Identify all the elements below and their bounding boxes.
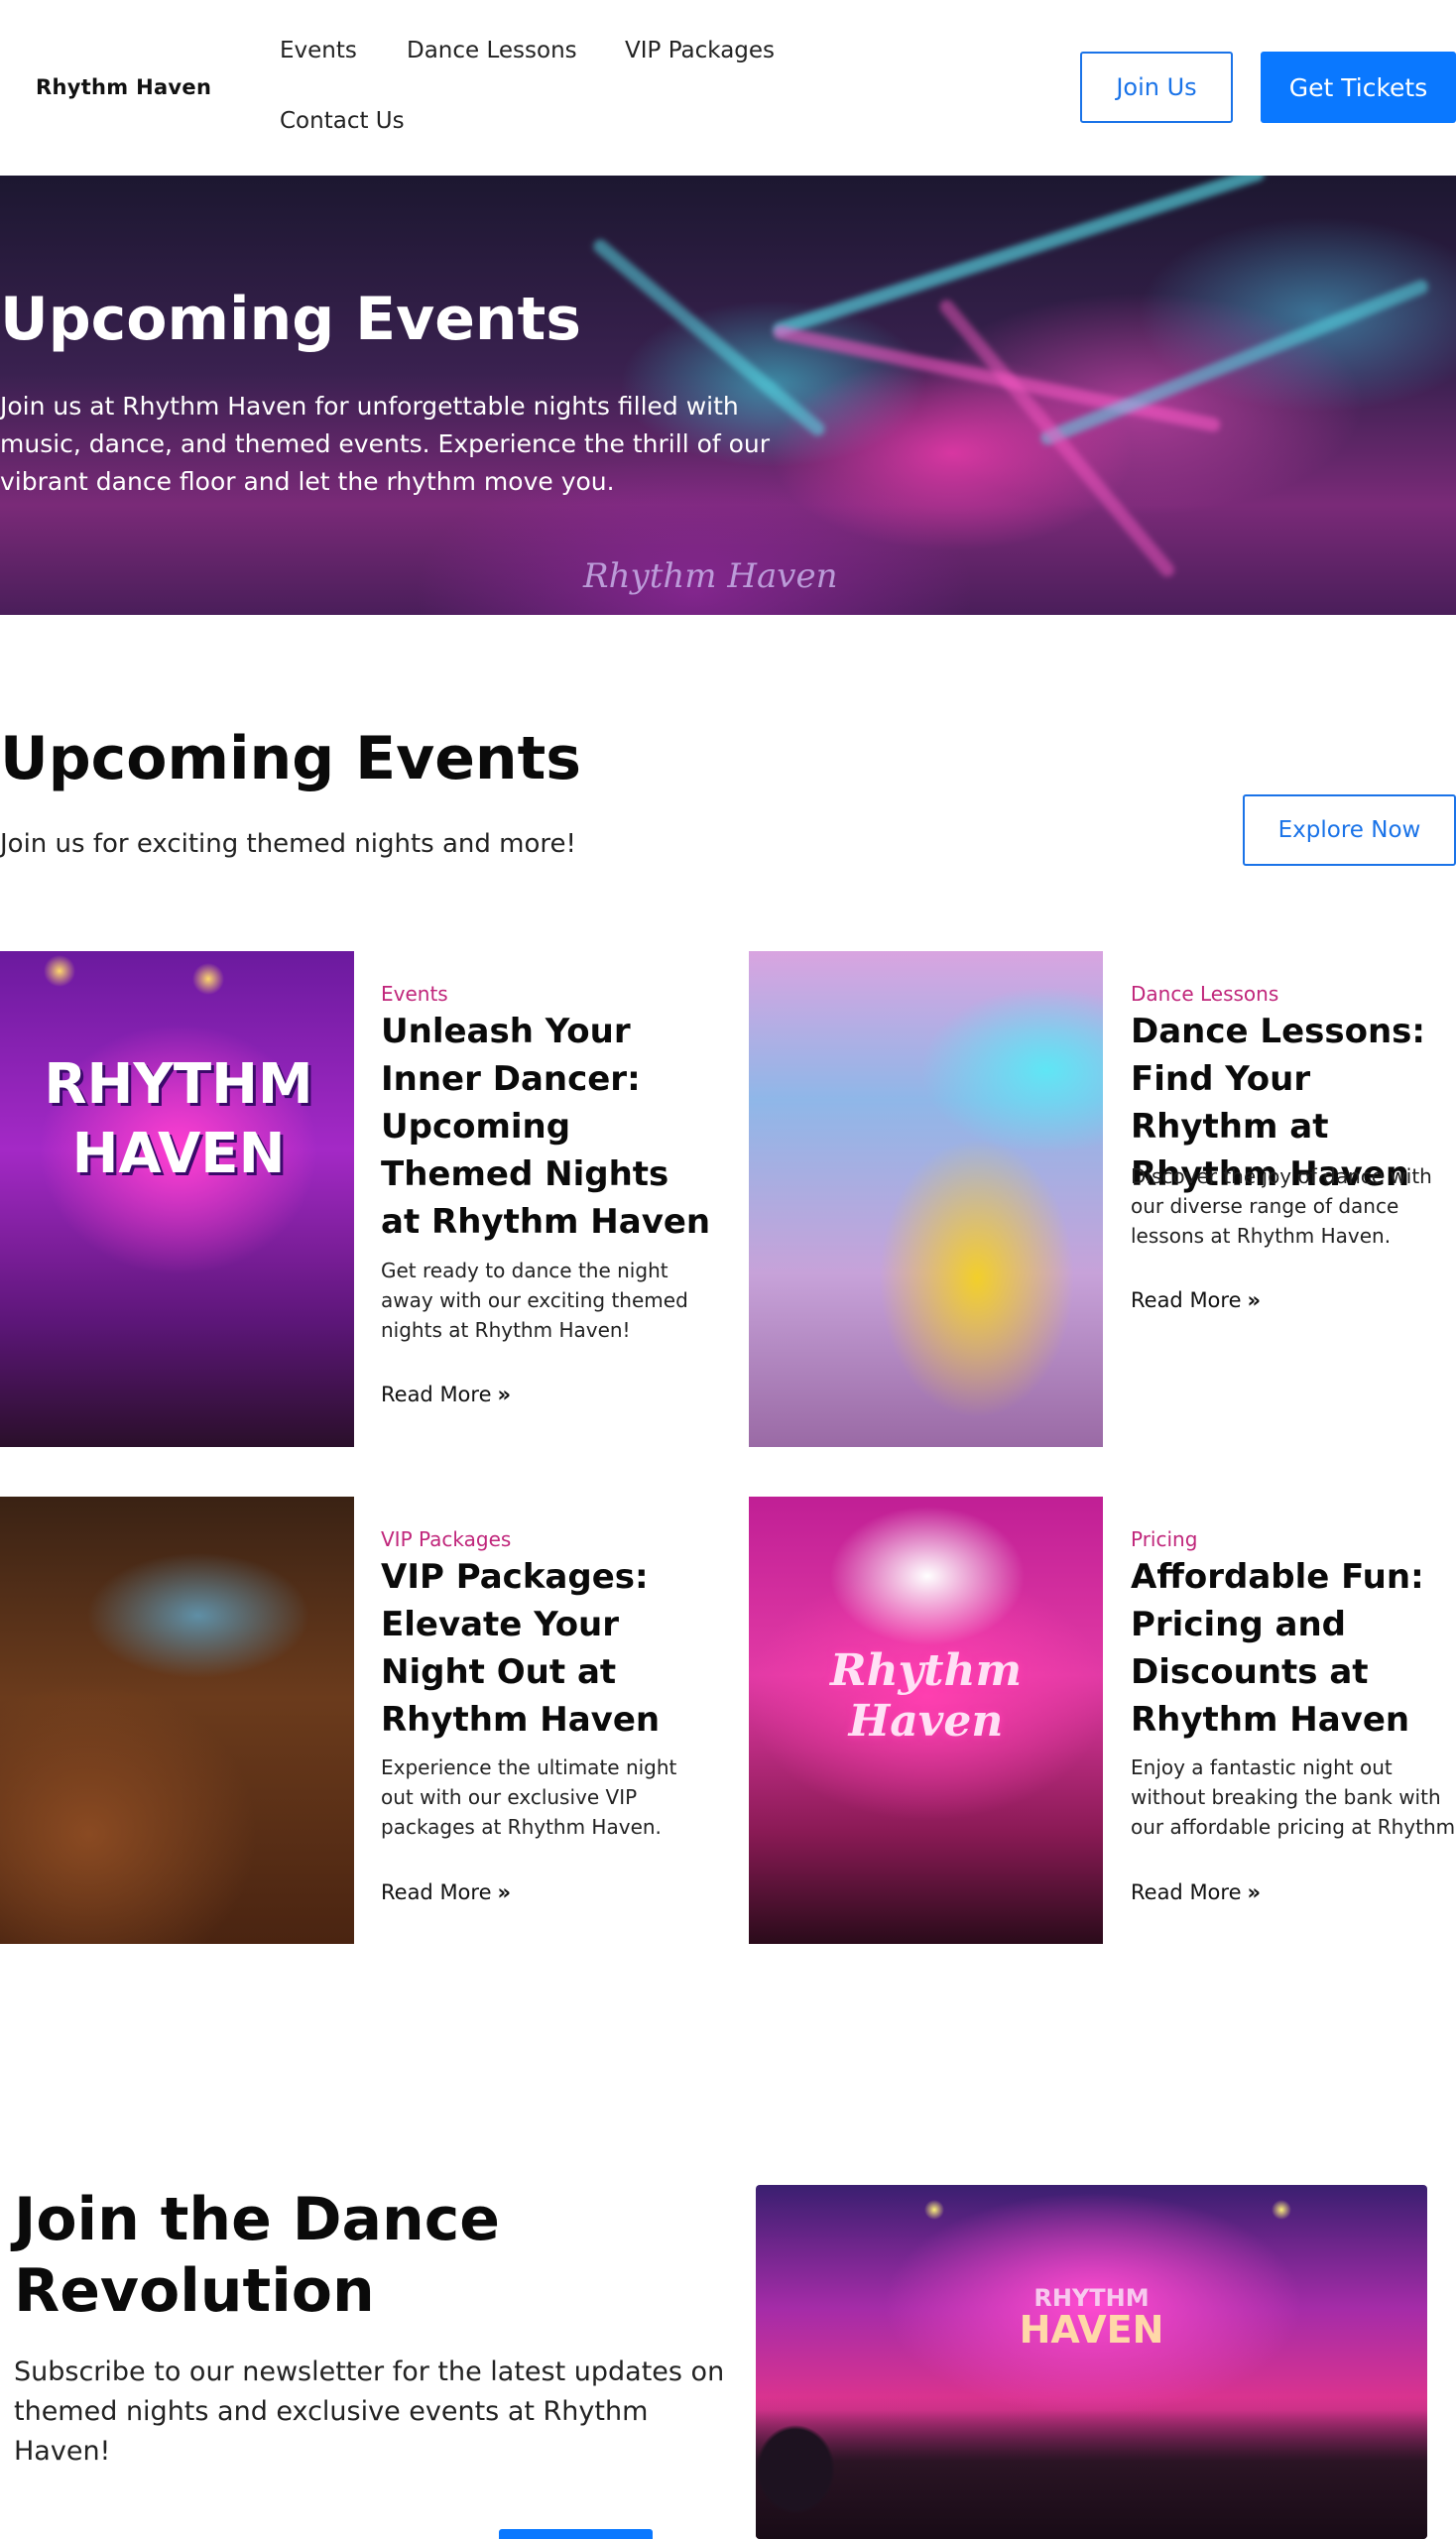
nav-events[interactable]: Events xyxy=(280,38,357,63)
read-more-link[interactable]: Read More» xyxy=(381,1383,511,1406)
post-excerpt: Enjoy a fantastic night out without brea… xyxy=(1131,1755,1456,1839)
nav-contact-us[interactable]: Contact Us xyxy=(280,108,405,134)
post-image[interactable]: RHYTHM HAVEN xyxy=(0,951,354,1447)
post-excerpt: Experience the ultimate night out with o… xyxy=(381,1755,677,1839)
newsletter-description: Subscribe to our newsletter for the late… xyxy=(14,2357,725,2467)
post-excerpt: Discover the joy of dance with our diver… xyxy=(1131,1164,1432,1248)
double-chevron-right-icon: » xyxy=(497,1383,512,1406)
post-title[interactable]: Unleash Your Inner Dancer: Upcoming Them… xyxy=(381,1008,718,1246)
post-category[interactable]: Events xyxy=(381,982,448,1006)
read-more-link[interactable]: Read More» xyxy=(381,1880,511,1904)
hero-banner: Upcoming Events Join us at Rhythm Haven … xyxy=(0,176,1456,615)
site-header: Rhythm Haven Events Dance Lessons VIP Pa… xyxy=(0,0,1456,176)
double-chevron-right-icon: » xyxy=(1247,1288,1262,1312)
read-more-label: Read More xyxy=(1131,1880,1242,1904)
post-image-text: RHYTHM HAVEN xyxy=(44,1052,313,1186)
light-beam xyxy=(1038,278,1431,447)
post-image[interactable] xyxy=(749,951,1103,1447)
hero-neon-sign: Rhythm Haven xyxy=(583,556,838,596)
light-beam xyxy=(936,297,1177,580)
read-more-link[interactable]: Read More» xyxy=(1131,1288,1261,1312)
explore-now-button[interactable]: Explore Now xyxy=(1243,794,1456,866)
post-title[interactable]: Affordable Fun: Pricing and Discounts at… xyxy=(1131,1553,1456,1744)
light-beam xyxy=(771,176,1267,338)
join-us-button[interactable]: Join Us xyxy=(1080,52,1233,123)
post-title[interactable]: VIP Packages: Elevate Your Night Out at … xyxy=(381,1553,718,1744)
site-logo[interactable]: Rhythm Haven xyxy=(36,75,211,99)
events-section-title: Upcoming Events xyxy=(0,724,581,793)
events-section-subtitle: Join us for exciting themed nights and m… xyxy=(0,829,576,859)
read-more-label: Read More xyxy=(1131,1288,1242,1312)
nav-vip-packages[interactable]: VIP Packages xyxy=(625,38,775,63)
post-category[interactable]: Pricing xyxy=(1131,1527,1197,1551)
post-image[interactable] xyxy=(0,1497,354,1944)
post-image-text: Rhythm Haven xyxy=(830,1645,1022,1747)
light-beam xyxy=(772,324,1222,433)
crowd-silhouette xyxy=(756,2410,1427,2539)
nav-dance-lessons[interactable]: Dance Lessons xyxy=(407,38,577,63)
post-excerpt: Get ready to dance the night away with o… xyxy=(381,1259,688,1342)
read-more-link[interactable]: Read More» xyxy=(1131,1880,1261,1904)
post-category[interactable]: VIP Packages xyxy=(381,1527,511,1551)
post-image[interactable]: Rhythm Haven xyxy=(749,1497,1103,1944)
newsletter-title: Join the Dance Revolution xyxy=(14,2185,500,2326)
newsletter-image-text-bottom: HAVEN xyxy=(1019,2308,1164,2352)
subscribe-button[interactable] xyxy=(499,2529,653,2539)
double-chevron-right-icon: » xyxy=(1247,1880,1262,1904)
read-more-label: Read More xyxy=(381,1383,492,1406)
get-tickets-button[interactable]: Get Tickets xyxy=(1261,52,1456,123)
hero-title: Upcoming Events xyxy=(0,285,581,354)
newsletter-image: RHYTHM HAVEN xyxy=(756,2185,1427,2539)
read-more-label: Read More xyxy=(381,1880,492,1904)
post-category[interactable]: Dance Lessons xyxy=(1131,982,1278,1006)
hero-description: Join us at Rhythm Haven for unforgettabl… xyxy=(0,392,771,496)
double-chevron-right-icon: » xyxy=(497,1880,512,1904)
